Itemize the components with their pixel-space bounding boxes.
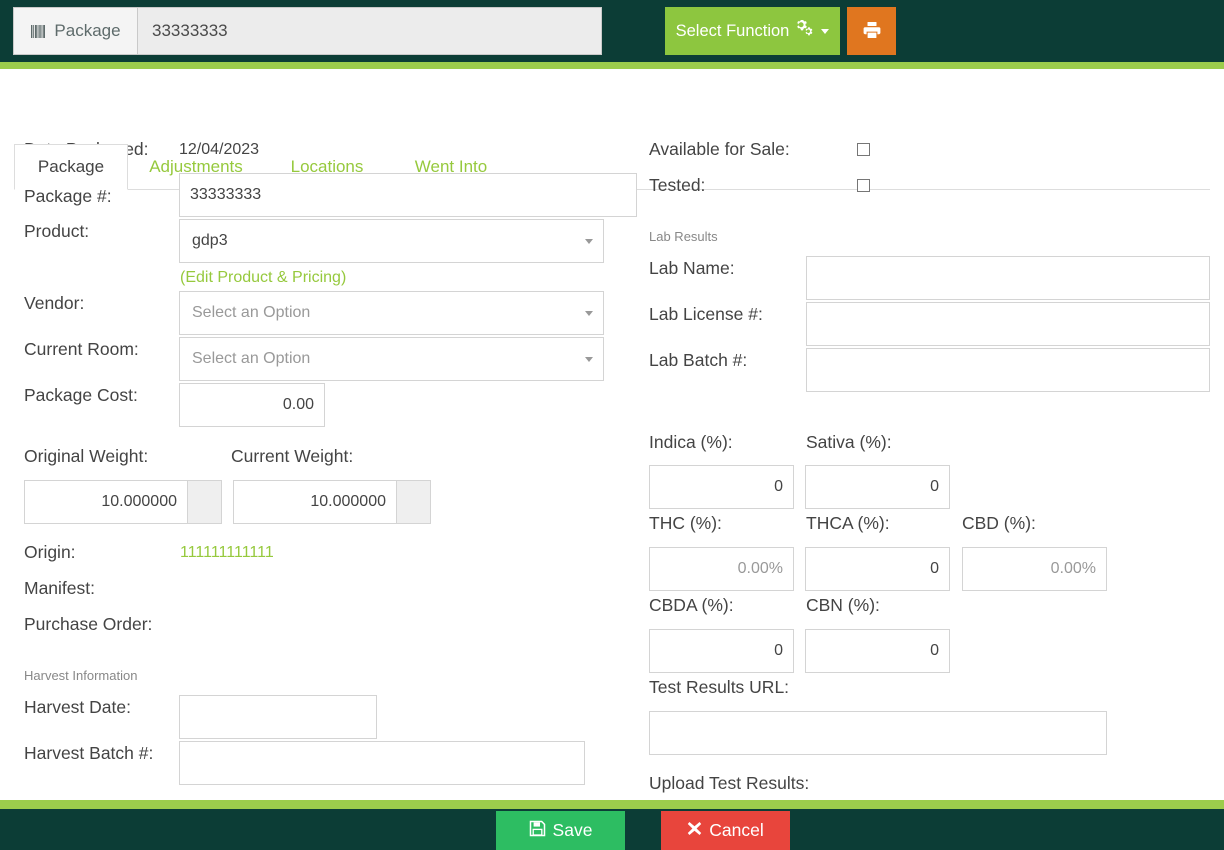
select-function-button[interactable]: Select Function <box>665 7 840 55</box>
lab-results-heading: Lab Results <box>649 229 718 244</box>
x-mark-icon <box>687 820 702 841</box>
chevron-down-icon <box>585 357 593 362</box>
thc-input[interactable] <box>649 547 794 591</box>
chevron-down-icon <box>821 28 830 34</box>
indica-label: Indica (%): <box>649 432 733 452</box>
footer-accent-bar <box>0 800 1224 809</box>
harvest-information-heading: Harvest Information <box>24 668 138 683</box>
current-room-label: Current Room: <box>24 339 139 359</box>
vendor-select[interactable]: Select an Option <box>179 291 604 335</box>
product-select-value: gdp3 <box>192 232 228 249</box>
product-label: Product: <box>24 221 90 241</box>
cbd-input[interactable] <box>962 547 1107 591</box>
manifest-label: Manifest: <box>24 578 95 598</box>
package-cost-label: Package Cost: <box>24 385 138 405</box>
thca-input[interactable] <box>805 547 950 591</box>
current-room-select[interactable]: Select an Option <box>179 337 604 381</box>
floppy-disk-icon <box>529 820 546 842</box>
edit-product-pricing-link[interactable]: (Edit Product & Pricing) <box>180 269 346 287</box>
chevron-down-icon <box>585 239 593 244</box>
accent-bar <box>0 62 1224 69</box>
package-number-input[interactable] <box>179 173 637 217</box>
tested-label: Tested: <box>649 175 706 195</box>
cbn-input[interactable] <box>805 629 950 673</box>
upload-test-results-label: Upload Test Results: <box>649 773 810 793</box>
available-for-sale-checkbox[interactable] <box>857 143 870 156</box>
date-packaged-value: 12/04/2023 <box>179 141 260 158</box>
top-toolbar: Package Select Function <box>0 0 1224 62</box>
indica-input[interactable] <box>649 465 794 509</box>
tab-package[interactable]: Package <box>14 144 128 190</box>
current-weight-unit-addon[interactable] <box>397 480 431 524</box>
cancel-button-label: Cancel <box>709 820 764 840</box>
print-button[interactable] <box>847 7 896 55</box>
sativa-label: Sativa (%): <box>806 432 892 452</box>
save-button[interactable]: Save <box>496 811 625 850</box>
tab-bar: Package Adjustments Locations Went Into <box>0 69 1224 190</box>
vendor-label: Vendor: <box>24 293 85 313</box>
origin-value[interactable]: 111111111111 <box>180 544 274 562</box>
test-results-url-label: Test Results URL: <box>649 677 790 697</box>
cbn-label: CBN (%): <box>806 595 880 615</box>
select-function-label: Select Function <box>675 21 790 40</box>
current-weight-label: Current Weight: <box>231 446 354 466</box>
cancel-button[interactable]: Cancel <box>661 811 790 850</box>
cbda-input[interactable] <box>649 629 794 673</box>
tested-checkbox[interactable] <box>857 179 870 192</box>
cbd-label: CBD (%): <box>962 513 1036 533</box>
original-weight-label: Original Weight: <box>24 446 149 466</box>
origin-label: Origin: <box>24 542 76 562</box>
test-results-url-input[interactable] <box>649 711 1107 755</box>
tab-package-label: Package <box>37 157 105 176</box>
package-scan-label: Package <box>54 21 121 40</box>
save-button-label: Save <box>552 820 593 840</box>
package-scan-group: Package <box>13 7 602 55</box>
lab-batch-input[interactable] <box>806 348 1210 392</box>
original-weight-unit-addon[interactable] <box>188 480 222 524</box>
sativa-input[interactable] <box>805 465 950 509</box>
cogs-icon <box>795 19 814 42</box>
original-weight-input[interactable] <box>24 480 188 524</box>
lab-license-label: Lab License #: <box>649 304 763 324</box>
harvest-date-label: Harvest Date: <box>24 697 131 717</box>
purchase-order-label: Purchase Order: <box>24 614 153 634</box>
vendor-select-value: Select an Option <box>192 304 311 321</box>
cbda-label: CBDA (%): <box>649 595 734 615</box>
lab-name-input[interactable] <box>806 256 1210 300</box>
lab-name-label: Lab Name: <box>649 258 735 278</box>
package-scan-input[interactable] <box>137 7 602 55</box>
product-select[interactable]: gdp3 <box>179 219 604 263</box>
package-cost-input[interactable] <box>179 383 325 427</box>
chevron-down-icon <box>585 311 593 316</box>
current-room-select-value: Select an Option <box>192 350 311 367</box>
harvest-batch-input[interactable] <box>179 741 585 785</box>
thc-label: THC (%): <box>649 513 722 533</box>
package-form: Date Packaged: 12/04/2023 Package #: Pro… <box>0 121 1224 800</box>
harvest-batch-label: Harvest Batch #: <box>24 743 154 763</box>
available-for-sale-label: Available for Sale: <box>649 139 790 159</box>
current-weight-input[interactable] <box>233 480 397 524</box>
harvest-date-input[interactable] <box>179 695 377 739</box>
printer-icon <box>862 20 882 43</box>
package-scan-addon: Package <box>13 7 137 55</box>
barcode-icon <box>30 23 47 40</box>
lab-license-input[interactable] <box>806 302 1210 346</box>
thca-label: THCA (%): <box>806 513 890 533</box>
lab-batch-label: Lab Batch #: <box>649 350 748 370</box>
